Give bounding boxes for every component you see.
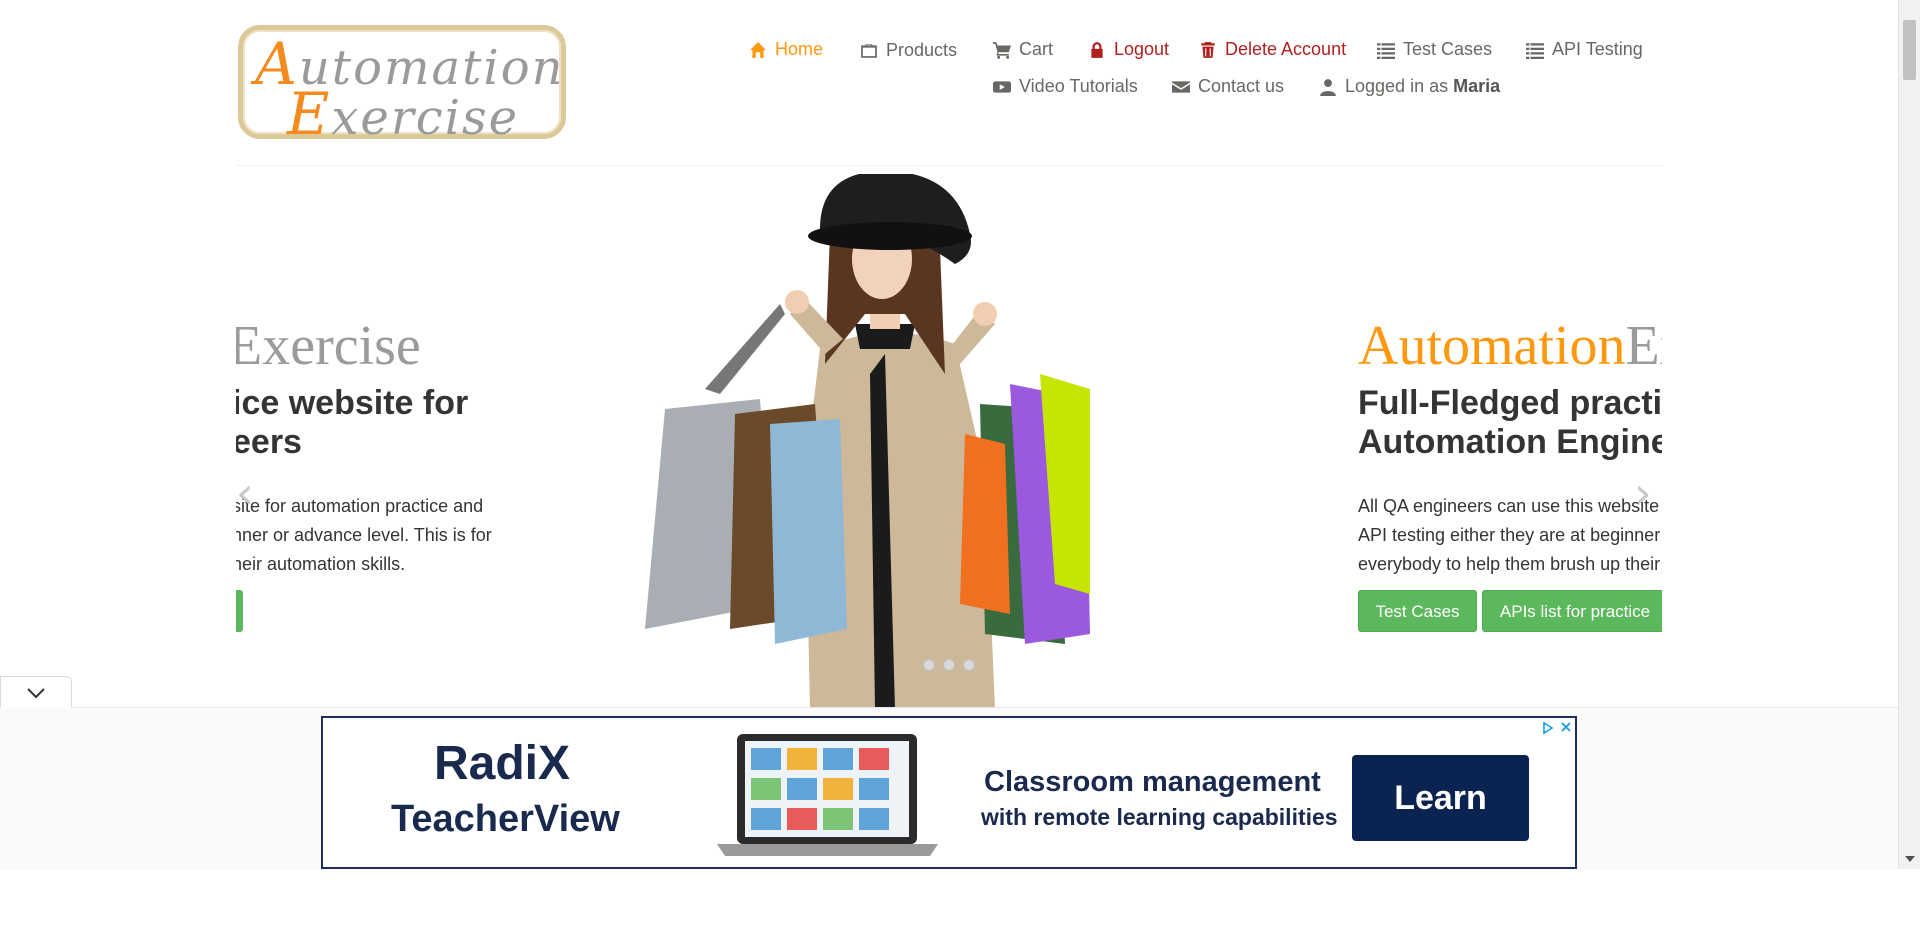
- chevron-down-icon: [27, 687, 45, 698]
- slide-left-subheading-2: eers: [236, 423, 302, 461]
- carousel-slide-right: AutomationExercise Full-Fledged practice…: [1358, 300, 1662, 640]
- apis-list-button[interactable]: APIs list for practice: [1482, 590, 1662, 632]
- ad-headline: Classroom management: [984, 766, 1321, 798]
- nav-video-tutorials[interactable]: Video Tutorials: [993, 76, 1138, 97]
- youtube-play-icon: [993, 80, 1011, 93]
- slide-left-heading: Exercise: [236, 315, 421, 377]
- nav-home[interactable]: Home: [749, 39, 823, 60]
- ad-brand-teacherview: TeacherView: [391, 798, 620, 840]
- nav-contact-us[interactable]: Contact us: [1172, 76, 1284, 97]
- ad-learn-more-button[interactable]: Learn more: [1352, 755, 1529, 903]
- carousel-prev-arrow[interactable]: ‹: [236, 468, 254, 519]
- list-icon: [1526, 42, 1544, 59]
- nav-delete-account-label: Delete Account: [1225, 39, 1347, 59]
- nav-contact-us-label: Contact us: [1198, 76, 1285, 96]
- slide-right-para-2: API testing either they are at beginner …: [1358, 525, 1662, 545]
- slide-right-subheading-1: Full-Fledged practice website for: [1358, 384, 1662, 422]
- carousel-next-arrow[interactable]: ›: [1634, 468, 1652, 519]
- nav-products[interactable]: Products: [860, 40, 957, 61]
- header-divider: [236, 165, 1662, 166]
- nav-logout-label: Logout: [1114, 39, 1170, 59]
- slide-left-button-edge[interactable]: [236, 590, 243, 632]
- slide-right-heading: AutomationExercise: [1358, 315, 1662, 377]
- briefcase-icon: [861, 43, 877, 58]
- nav-cart-label: Cart: [1019, 39, 1054, 59]
- ad-choices-close-icons[interactable]: [1541, 720, 1575, 736]
- slide-left-para-1: site for automation practice and: [236, 496, 484, 516]
- ad-subline: with remote learning capabilities: [981, 804, 1338, 830]
- page-scrollbar[interactable]: [1898, 0, 1920, 869]
- nav-products-label: Products: [886, 40, 958, 60]
- slide-right-para-1: All QA engineers can use this website fo…: [1358, 496, 1662, 516]
- nav-test-cases[interactable]: Test Cases: [1377, 39, 1492, 60]
- carousel-dot-3[interactable]: [963, 659, 975, 671]
- slide-left-para-3: heir automation skills.: [236, 554, 406, 574]
- scroll-down-arrow-icon[interactable]: [1904, 855, 1916, 863]
- user-icon: [1320, 78, 1336, 96]
- nav-video-tutorials-label: Video Tutorials: [1019, 76, 1138, 96]
- nav-api-testing-label: API Testing: [1552, 39, 1643, 59]
- scrollbar-thumb[interactable]: [1903, 20, 1916, 80]
- nav-api-testing[interactable]: API Testing: [1526, 39, 1643, 60]
- user-name: Maria: [1453, 76, 1501, 96]
- hero-model-image: [645, 174, 1090, 709]
- carousel-dot-1[interactable]: [923, 659, 935, 671]
- nav-cart[interactable]: Cart: [993, 39, 1053, 60]
- slide-left-subheading-1: ice website for: [236, 384, 469, 422]
- test-cases-button[interactable]: Test Cases: [1358, 590, 1477, 632]
- ad-collapse-toggle[interactable]: [0, 676, 72, 708]
- ad-laptop-image: [717, 734, 938, 856]
- envelope-icon: [1172, 80, 1190, 93]
- nav-logged-in-user: Logged in as Maria: [1319, 76, 1500, 97]
- ad-brand-radix: RadiX: [434, 737, 571, 790]
- slide-right-para-3: everybody to help them brush up their au…: [1358, 554, 1662, 574]
- carousel-slide-left: Exercise ice website for eers site for a…: [236, 300, 580, 640]
- logged-in-label: Logged in as Maria: [1345, 76, 1501, 96]
- lock-icon: [1091, 41, 1103, 58]
- nav-test-cases-label: Test Cases: [1403, 39, 1493, 59]
- slide-left-para-2: nner or advance level. This is for: [236, 525, 492, 545]
- home-icon: [750, 41, 766, 58]
- logo-line-2: Exercise: [287, 80, 520, 148]
- site-logo[interactable]: Automation Exercise: [238, 25, 566, 148]
- nav-home-label: Home: [775, 39, 824, 59]
- advertisement-banner[interactable]: RadiX TeacherView Classroom management w…: [321, 716, 1577, 903]
- slide-right-subheading-2: Automation Engineers: [1358, 423, 1662, 461]
- nav-logout[interactable]: Logout: [1088, 39, 1169, 60]
- nav-delete-account[interactable]: Delete Account: [1199, 39, 1346, 60]
- carousel-dot-2[interactable]: [943, 659, 955, 671]
- cart-icon: [993, 41, 1011, 59]
- trash-icon: [1201, 41, 1215, 58]
- list-icon: [1377, 42, 1395, 59]
